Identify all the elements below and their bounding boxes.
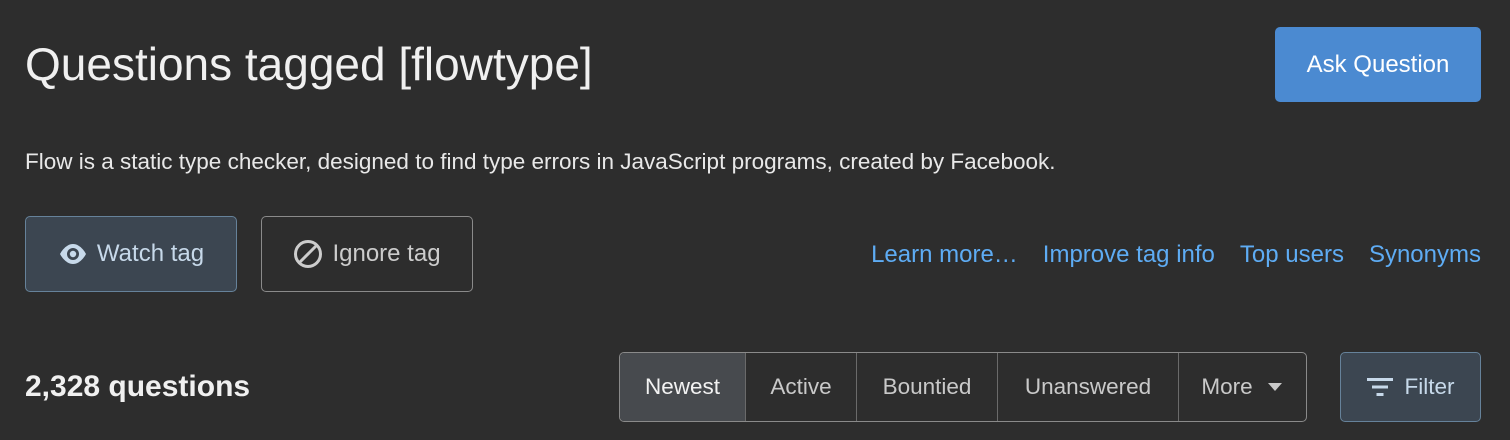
- ignore-tag-button[interactable]: Ignore tag: [261, 216, 473, 292]
- filter-label: Filter: [1404, 374, 1455, 399]
- sort-tab-more-label: More: [1201, 374, 1253, 399]
- filter-button[interactable]: Filter: [1340, 352, 1481, 422]
- question-count: 2,328 questions: [25, 370, 251, 403]
- improve-tag-info-link[interactable]: Improve tag info: [1043, 237, 1215, 273]
- caret-down-icon: [1267, 382, 1283, 392]
- page-title: Questions tagged [flowtype]: [25, 38, 593, 90]
- watch-tag-label: Watch tag: [96, 240, 205, 267]
- tag-description: Flow is a static type checker, designed …: [25, 149, 1056, 174]
- sort-tab-more[interactable]: More: [1179, 353, 1305, 421]
- ask-question-button[interactable]: Ask Question: [1275, 27, 1481, 102]
- sort-tab-active[interactable]: Active: [746, 353, 857, 421]
- synonyms-link[interactable]: Synonyms: [1369, 237, 1481, 273]
- filter-icon: [1366, 377, 1393, 397]
- watch-tag-button[interactable]: Watch tag: [25, 216, 237, 292]
- sort-tab-bountied[interactable]: Bountied: [857, 353, 998, 421]
- sort-tabs: Newest Active Bountied Unanswered More: [619, 352, 1307, 422]
- learn-more-link[interactable]: Learn more…: [871, 237, 1018, 273]
- top-users-link[interactable]: Top users: [1240, 237, 1344, 273]
- ignore-tag-label: Ignore tag: [332, 240, 441, 267]
- eye-icon: [58, 243, 88, 265]
- tag-links: Learn more… Improve tag info Top users S…: [871, 237, 1481, 273]
- block-icon: [293, 239, 323, 269]
- sort-tab-unanswered[interactable]: Unanswered: [998, 353, 1179, 421]
- sort-tab-newest[interactable]: Newest: [620, 353, 746, 421]
